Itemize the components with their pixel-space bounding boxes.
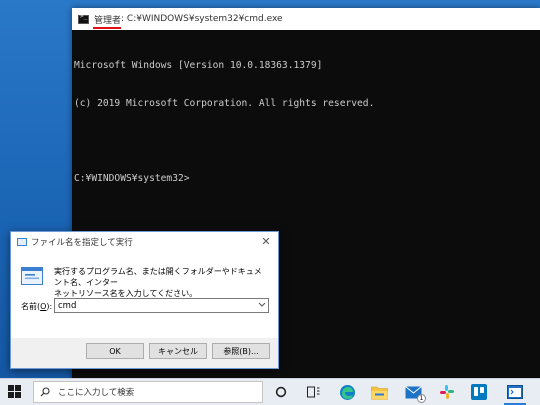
name-label-suffix: ): <box>46 302 53 311</box>
run-dialog-footer: OK キャンセル 参照(B)... <box>11 338 278 368</box>
taskbar: ここに入力して検索 1 <box>0 378 540 405</box>
taskbar-search-box[interactable]: ここに入力して検索 <box>33 381 263 403</box>
run-description: 実行するプログラム名、または開くフォルダーやドキュメント名、インター ネットリソ… <box>54 266 269 299</box>
cancel-button[interactable]: キャンセル <box>149 343 207 359</box>
run-description-line: 実行するプログラム名、または開くフォルダーやドキュメント名、インター <box>54 267 262 287</box>
task-view-icon[interactable] <box>304 383 322 401</box>
run-app-icon <box>21 267 43 285</box>
run-dialog-content: 実行するプログラム名、または開くフォルダーやドキュメント名、インター ネットリソ… <box>11 252 278 338</box>
run-dialog[interactable]: ファイル名を指定して実行 ✕ 実行するプログラム名、または開くフォルダーやドキュ… <box>10 231 279 369</box>
browse-button[interactable]: 参照(B)... <box>212 343 270 359</box>
console-prompt: C:¥WINDOWS¥system32> <box>74 172 190 184</box>
cmd-title-admin: 管理者 <box>92 13 122 29</box>
cmd-titlebar[interactable]: 管理者 : C:¥WINDOWS¥system32¥cmd.exe <box>72 8 540 30</box>
search-icon <box>40 387 50 397</box>
mail-badge: 1 <box>417 394 426 403</box>
taskbar-search-placeholder: ここに入力して検索 <box>58 388 135 398</box>
name-input-value: cmd <box>58 300 77 311</box>
mail-icon[interactable]: 1 <box>404 383 426 403</box>
run-dialog-titlebar[interactable]: ファイル名を指定して実行 ✕ <box>11 232 278 252</box>
cortana-icon[interactable] <box>272 383 290 401</box>
name-label: 名前(O): <box>21 301 52 312</box>
cmd-title-path: : C:¥WINDOWS¥system32¥cmd.exe <box>121 14 283 24</box>
command-prompt-taskbar-icon[interactable] <box>504 383 526 405</box>
close-icon[interactable]: ✕ <box>260 235 272 248</box>
run-icon <box>17 238 27 246</box>
name-label-prefix: 名前( <box>21 302 41 311</box>
slack-icon[interactable] <box>438 383 456 401</box>
chevron-down-icon[interactable] <box>258 300 266 310</box>
console-line: (c) 2019 Microsoft Corporation. All righ… <box>74 97 375 109</box>
file-explorer-icon[interactable] <box>370 383 388 401</box>
name-input[interactable]: cmd <box>54 298 269 313</box>
edge-icon[interactable] <box>338 383 356 401</box>
run-dialog-title: ファイル名を指定して実行 <box>31 238 133 248</box>
trello-icon[interactable] <box>470 383 488 401</box>
console-line: Microsoft Windows [Version 10.0.18363.13… <box>74 60 323 71</box>
ok-button[interactable]: OK <box>86 343 144 359</box>
command-prompt-icon <box>78 13 89 24</box>
console-output[interactable]: Microsoft Windows [Version 10.0.18363.13… <box>72 30 540 210</box>
start-icon[interactable] <box>8 385 22 399</box>
